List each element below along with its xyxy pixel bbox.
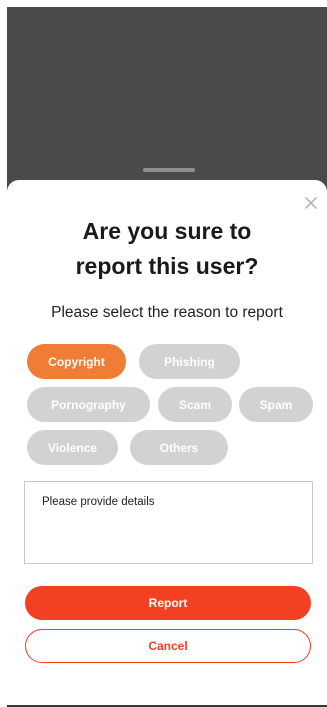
dimmed-backdrop[interactable] <box>7 7 327 190</box>
modal-subtitle: Please select the reason to report <box>51 304 283 321</box>
cancel-button[interactable]: Cancel <box>25 629 311 663</box>
close-button[interactable] <box>302 194 320 212</box>
details-textarea[interactable] <box>24 481 313 564</box>
reason-chip-copyright[interactable]: Copyright <box>27 344 126 379</box>
reason-chip-pornography[interactable]: Pornography <box>27 387 150 422</box>
report-button[interactable]: Report <box>25 586 311 620</box>
reason-chip-phishing[interactable]: Phishing <box>139 344 240 379</box>
report-user-screen: Are you sure to report this user? Please… <box>0 0 327 707</box>
modal-title: Are you sure to report this user? <box>75 218 259 279</box>
reason-chip-spam[interactable]: Spam <box>239 387 313 422</box>
reason-chip-others[interactable]: Others <box>130 430 228 465</box>
close-icon <box>305 197 317 209</box>
reason-chip-scam[interactable]: Scam <box>158 387 232 422</box>
reason-chip-violence[interactable]: Violence <box>27 430 118 465</box>
sheet-drag-handle[interactable] <box>143 168 195 172</box>
